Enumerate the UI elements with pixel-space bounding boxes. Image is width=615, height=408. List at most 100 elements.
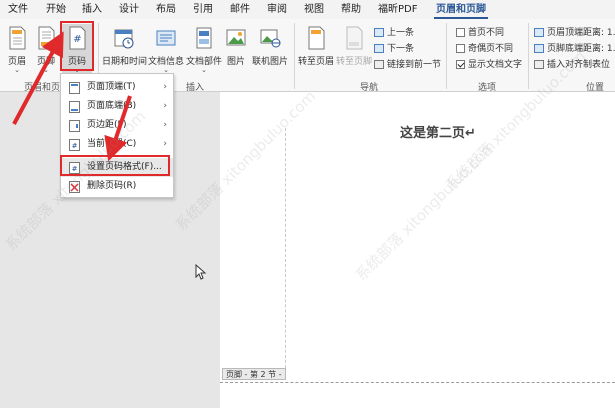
doc-parts-button[interactable]: 文档部件 ⌄ <box>186 24 222 80</box>
page-margin-icon <box>69 120 80 132</box>
menu-item-page-top[interactable]: 页面顶端(T) › <box>61 78 173 97</box>
menu-item-label: 删除页码(R) <box>87 181 137 191</box>
header-button[interactable]: 页眉 ⌄ <box>4 24 30 80</box>
footer-from-bottom-field[interactable]: 页脚底端距离: 1.5 <box>534 43 615 55</box>
tab-insert[interactable]: 插入 <box>80 0 104 19</box>
tab-review[interactable]: 审阅 <box>265 0 289 19</box>
show-doc-text-checkbox[interactable]: 显示文档文字 <box>456 59 522 71</box>
goto-footer-icon <box>346 26 363 50</box>
word-window: 文件 开始 插入 设计 布局 引用 邮件 审阅 视图 帮助 福昕PDF 页眉和页… <box>0 0 615 408</box>
tab-home[interactable]: 开始 <box>44 0 68 19</box>
prev-button[interactable]: 上一条 <box>374 27 414 39</box>
online-picture-icon <box>260 29 281 48</box>
chevron-right-icon: › <box>163 139 167 149</box>
goto-header-button[interactable]: 转至页眉 <box>298 24 334 80</box>
doc-parts-icon <box>196 27 212 49</box>
picture-button[interactable]: 图片 <box>224 24 248 80</box>
goto-header-icon <box>308 26 325 50</box>
delete-page-number-icon <box>69 181 80 193</box>
menu-item-current-position[interactable]: # 当前位置(C) › <box>61 135 173 154</box>
footer-from-bottom-label: 页脚底端距离: <box>547 44 605 54</box>
prev-label: 上一条 <box>387 28 415 38</box>
prev-icon <box>374 28 384 37</box>
header-from-top-field[interactable]: 页眉顶端距离: 1.5 <box>534 27 615 39</box>
footer-button[interactable]: 页脚 ⌄ <box>33 24 59 80</box>
document-page[interactable]: 这是第二页↵ 页脚 - 第 2 节 - <box>220 92 615 408</box>
header-icon <box>9 26 26 50</box>
footer-icon <box>38 26 55 50</box>
svg-text:#: # <box>72 142 78 150</box>
link-previous-label: 链接到前一节 <box>387 60 442 70</box>
current-position-icon: # <box>69 139 80 151</box>
chevron-right-icon: › <box>163 120 167 130</box>
ribbon-tab-bar: 文件 开始 插入 设计 布局 引用 邮件 审阅 视图 帮助 福昕PDF 页眉和页… <box>0 0 615 19</box>
checkbox-unchecked <box>456 28 465 37</box>
menu-item-label: 页边距(P) <box>87 120 127 130</box>
calendar-clock-icon <box>114 29 134 49</box>
menu-item-label: 页面底端(B) <box>87 101 137 111</box>
tab-view[interactable]: 视图 <box>302 0 326 19</box>
tab-file[interactable]: 文件 <box>6 0 30 19</box>
header-distance-icon <box>534 28 544 37</box>
online-picture-label: 联机图片 <box>251 57 288 67</box>
next-label: 下一条 <box>387 44 415 54</box>
tab-design[interactable]: 设计 <box>117 0 141 19</box>
date-time-button[interactable]: 日期和时间 <box>102 24 148 80</box>
show-doc-text-label: 显示文档文字 <box>468 60 523 70</box>
chevron-down-icon: ⌄ <box>14 66 20 74</box>
format-item-highlight <box>60 155 170 176</box>
margin-guide <box>285 128 286 378</box>
goto-footer-label: 转至页脚 <box>336 57 373 67</box>
group-separator <box>528 23 529 89</box>
page-title[interactable]: 这是第二页↵ <box>400 122 476 141</box>
next-icon <box>374 44 384 53</box>
doc-info-icon <box>156 30 176 46</box>
diff-first-page-label: 首页不同 <box>468 28 505 38</box>
date-time-label: 日期和时间 <box>102 57 148 67</box>
picture-label: 图片 <box>226 57 245 67</box>
page-number-menu: 页面顶端(T) › 页面底端(B) › 页边距(P) › # 当前位置(C) ›… <box>60 73 174 198</box>
tab-help[interactable]: 帮助 <box>339 0 363 19</box>
diff-odd-even-label: 奇偶页不同 <box>468 44 514 54</box>
page-number-highlight <box>60 21 94 71</box>
chevron-right-icon: › <box>163 82 167 92</box>
footer-boundary-line <box>220 382 615 383</box>
insert-align-tab-button[interactable]: 插入对齐制表位 <box>534 59 610 71</box>
footer-distance-icon <box>534 44 544 53</box>
menu-item-delete-page-number[interactable]: 删除页码(R) <box>61 177 173 196</box>
tab-layout[interactable]: 布局 <box>154 0 178 19</box>
footer-from-bottom-value[interactable]: 1.5 <box>607 44 615 54</box>
tab-foxit-pdf[interactable]: 福昕PDF <box>376 0 419 19</box>
menu-item-page-margin[interactable]: 页边距(P) › <box>61 116 173 135</box>
link-previous-button[interactable]: 链接到前一节 <box>374 59 441 71</box>
online-picture-button[interactable]: 联机图片 <box>250 24 290 80</box>
header-from-top-value[interactable]: 1.5 <box>607 28 615 38</box>
insert-align-tab-label: 插入对齐制表位 <box>547 60 611 70</box>
page-top-icon <box>69 82 80 94</box>
checkbox-unchecked <box>456 44 465 53</box>
chevron-down-icon: ⌄ <box>201 66 207 74</box>
group-separator <box>294 23 295 89</box>
goto-footer-button[interactable]: 转至页脚 <box>336 24 372 80</box>
next-button[interactable]: 下一条 <box>374 43 414 55</box>
page-bottom-icon <box>69 101 80 113</box>
menu-item-label: 当前位置(C) <box>87 139 137 149</box>
mouse-cursor-icon <box>195 264 207 280</box>
align-tab-icon <box>534 60 544 69</box>
chevron-right-icon: › <box>163 101 167 111</box>
menu-item-page-bottom[interactable]: 页面底端(B) › <box>61 97 173 116</box>
diff-odd-even-checkbox[interactable]: 奇偶页不同 <box>456 43 513 55</box>
chevron-down-icon: ⌄ <box>43 66 49 74</box>
diff-first-page-checkbox[interactable]: 首页不同 <box>456 27 504 39</box>
link-icon <box>374 60 384 69</box>
footer-section-tag: 页脚 - 第 2 节 - <box>222 368 286 380</box>
doc-info-button[interactable]: 文档信息 ⌄ <box>148 24 184 80</box>
header-from-top-label: 页眉顶端距离: <box>547 28 605 38</box>
tab-mailings[interactable]: 邮件 <box>228 0 252 19</box>
tab-references[interactable]: 引用 <box>191 0 215 19</box>
tab-header-footer[interactable]: 页眉和页脚 <box>434 0 488 19</box>
checkbox-checked <box>456 60 465 69</box>
picture-icon <box>226 29 246 46</box>
goto-header-label: 转至页眉 <box>298 57 335 67</box>
menu-item-label: 页面顶端(T) <box>87 82 136 92</box>
